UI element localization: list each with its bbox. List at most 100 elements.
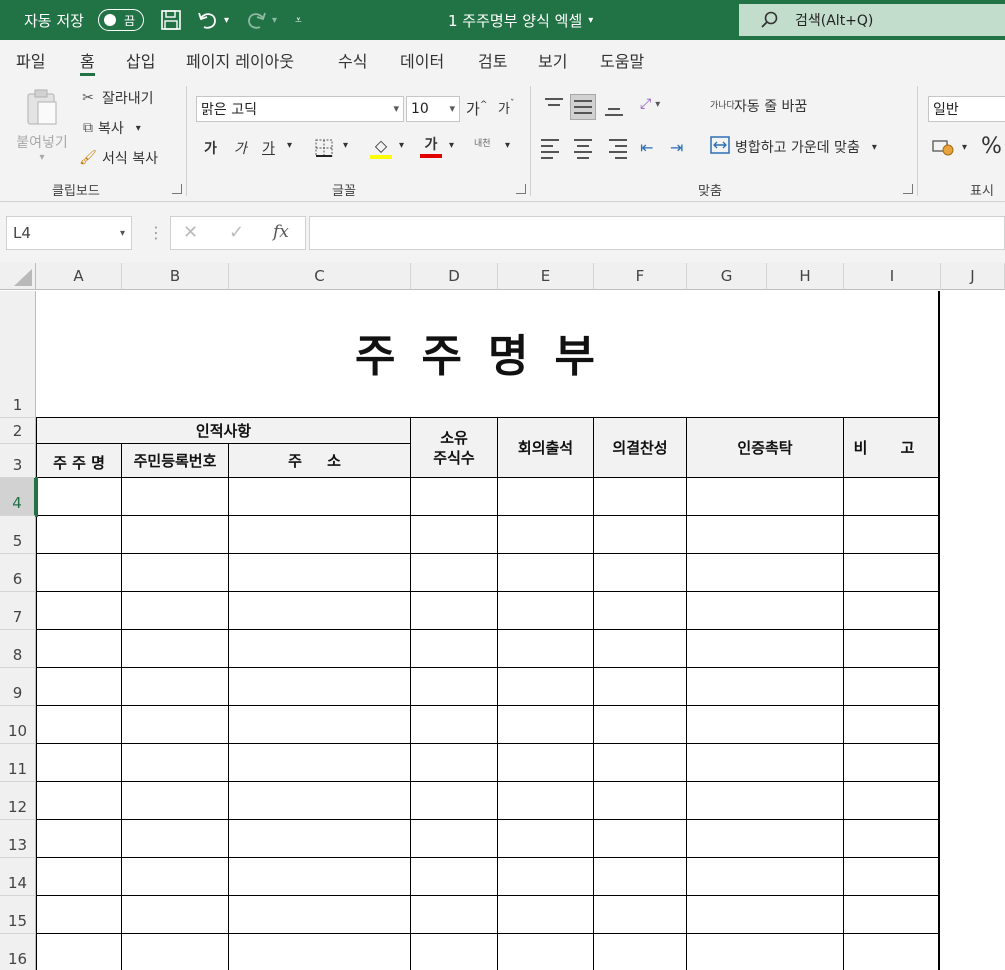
table-cell[interactable] <box>229 630 411 668</box>
table-cell[interactable] <box>594 516 687 554</box>
table-cell[interactable] <box>498 820 594 858</box>
font-color-button[interactable]: 가 <box>420 134 442 158</box>
row-header-4[interactable]: 4 <box>0 478 36 516</box>
tab-review[interactable]: 검토 <box>478 40 507 80</box>
table-cell[interactable] <box>36 934 122 970</box>
save-icon[interactable] <box>160 0 182 40</box>
header-personal-info[interactable]: 인적사항 <box>36 418 411 444</box>
table-cell[interactable] <box>411 934 498 970</box>
table-cell[interactable] <box>594 744 687 782</box>
column-j-area[interactable] <box>941 291 1005 970</box>
autosave-toggle[interactable]: 끔 <box>98 9 144 31</box>
copy-button[interactable]: ⧉ 복사 ▾ <box>78 118 141 138</box>
table-cell[interactable] <box>844 858 940 896</box>
table-cell[interactable] <box>229 706 411 744</box>
table-cell[interactable] <box>122 706 229 744</box>
customize-toolbar-icon[interactable]: ⩡ <box>295 0 302 40</box>
align-top-icon[interactable] <box>541 94 567 120</box>
row-header-9[interactable]: 9 <box>0 668 36 706</box>
table-cell[interactable] <box>594 554 687 592</box>
header-proxy[interactable]: 인증촉탁 <box>687 418 844 478</box>
tab-view[interactable]: 보기 <box>538 40 567 80</box>
table-cell[interactable] <box>844 744 940 782</box>
header-shares[interactable]: 소유 주식수 <box>411 418 498 478</box>
table-cell[interactable] <box>229 858 411 896</box>
table-cell[interactable] <box>594 630 687 668</box>
enter-icon[interactable]: ✓ <box>229 222 244 243</box>
table-cell[interactable] <box>36 478 122 516</box>
table-cell[interactable] <box>36 820 122 858</box>
table-cell[interactable] <box>36 630 122 668</box>
table-cell[interactable] <box>411 820 498 858</box>
orientation-icon[interactable]: ⤢ ▾ <box>640 96 660 112</box>
column-header-i[interactable]: I <box>844 263 941 290</box>
row-header-14[interactable]: 14 <box>0 858 36 896</box>
table-cell[interactable] <box>687 820 844 858</box>
underline-dropdown-icon[interactable]: ▾ <box>287 140 292 151</box>
table-cell[interactable] <box>687 706 844 744</box>
row-header-3[interactable]: 3 <box>0 444 36 478</box>
column-header-h[interactable]: H <box>767 263 844 290</box>
table-cell[interactable] <box>498 630 594 668</box>
table-cell[interactable] <box>844 934 940 970</box>
tab-file[interactable]: 파일 <box>16 40 45 80</box>
header-attendance[interactable]: 회의출석 <box>498 418 594 478</box>
row-header-2[interactable]: 2 <box>0 418 36 444</box>
table-cell[interactable] <box>411 896 498 934</box>
undo-dropdown-icon[interactable]: ▾ <box>224 0 229 40</box>
cancel-icon[interactable]: ✕ <box>183 222 198 243</box>
table-cell[interactable] <box>498 668 594 706</box>
clipboard-launcher-icon[interactable] <box>172 184 182 194</box>
row-header-13[interactable]: 13 <box>0 820 36 858</box>
column-header-c[interactable]: C <box>229 263 411 290</box>
table-cell[interactable] <box>411 516 498 554</box>
format-painter-button[interactable]: 🖌 서식 복사 <box>78 148 158 168</box>
header-shareholder-name[interactable]: 주 주 명 <box>36 444 122 478</box>
table-cell[interactable] <box>122 896 229 934</box>
document-title[interactable]: 1 주주명부 양식 엑셀 ▾ <box>448 0 593 40</box>
bold-button[interactable]: 가 <box>204 138 217 158</box>
header-remarks[interactable]: 비 고 <box>844 418 940 478</box>
row-header-7[interactable]: 7 <box>0 592 36 630</box>
header-approval[interactable]: 의결찬성 <box>594 418 687 478</box>
table-cell[interactable] <box>229 896 411 934</box>
column-header-a[interactable]: A <box>36 263 122 290</box>
header-address[interactable]: 주 소 <box>229 444 411 478</box>
increase-indent-icon[interactable]: ⇥ <box>670 138 683 157</box>
table-cell[interactable] <box>122 630 229 668</box>
table-cell[interactable] <box>122 554 229 592</box>
italic-button[interactable]: 가 <box>234 138 247 158</box>
number-format-select[interactable]: 일반 <box>928 96 1005 122</box>
row-header-10[interactable]: 10 <box>0 706 36 744</box>
table-cell[interactable] <box>594 668 687 706</box>
phonetic-button[interactable]: 내천 <box>474 136 491 149</box>
tab-formulas[interactable]: 수식 <box>338 40 367 80</box>
table-cell[interactable] <box>687 782 844 820</box>
row-header-15[interactable]: 15 <box>0 896 36 934</box>
table-cell[interactable] <box>844 896 940 934</box>
table-cell[interactable] <box>36 858 122 896</box>
row-header-1[interactable]: 1 <box>0 291 36 418</box>
font-color-dropdown-icon[interactable]: ▾ <box>449 140 454 151</box>
paste-button[interactable]: 붙여넣기 ▾ <box>10 88 74 163</box>
table-cell[interactable] <box>36 782 122 820</box>
table-cell[interactable] <box>229 554 411 592</box>
header-id-number[interactable]: 주민등록번호 <box>122 444 229 478</box>
accounting-format-icon[interactable]: ▾ <box>932 138 967 156</box>
table-cell[interactable] <box>122 858 229 896</box>
table-cell[interactable] <box>229 934 411 970</box>
redo-dropdown-icon[interactable]: ▾ <box>272 0 277 40</box>
border-icon[interactable] <box>314 138 334 158</box>
table-cell[interactable] <box>411 630 498 668</box>
alignment-launcher-icon[interactable] <box>903 184 913 194</box>
table-cell[interactable] <box>122 782 229 820</box>
tab-help[interactable]: 도움말 <box>600 40 644 80</box>
table-cell[interactable] <box>411 592 498 630</box>
table-cell[interactable] <box>594 858 687 896</box>
table-cell[interactable] <box>411 858 498 896</box>
table-cell[interactable] <box>594 478 687 516</box>
undo-icon[interactable] <box>196 0 220 40</box>
table-cell[interactable] <box>36 592 122 630</box>
table-cell[interactable] <box>687 858 844 896</box>
font-size-select[interactable]: 10 ▾ <box>406 96 460 122</box>
